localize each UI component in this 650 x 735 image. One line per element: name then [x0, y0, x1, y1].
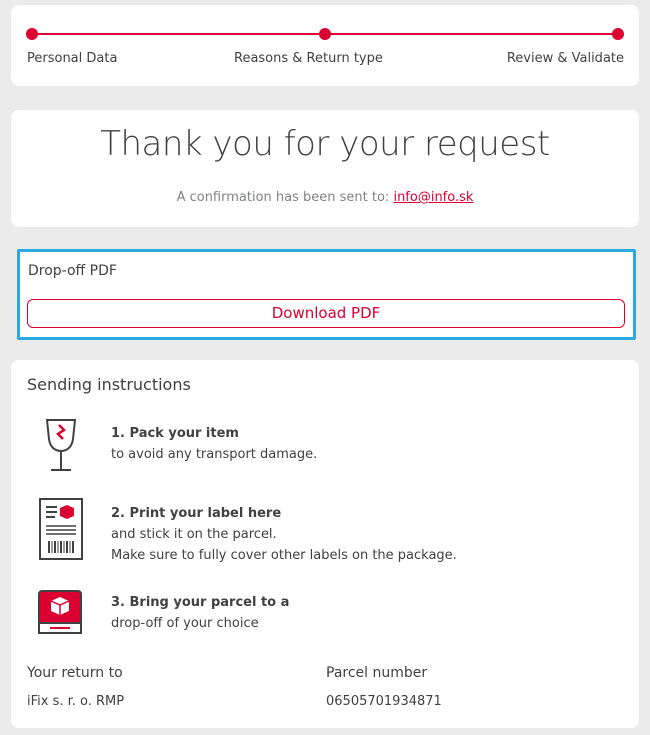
- confirmation-card: Thank you for your request A confirmatio…: [11, 110, 639, 227]
- fragile-glass-icon: [37, 417, 85, 477]
- dropoff-pdf-card: Drop-off PDF Download PDF: [17, 249, 636, 340]
- step-label-reasons[interactable]: Reasons & Return type: [234, 51, 383, 66]
- instruction-text: 2. Print your label here and stick it on…: [111, 503, 457, 566]
- step-dot-reasons: [319, 28, 331, 40]
- instruction-line: to avoid any transport damage.: [111, 447, 318, 462]
- parcel-number-label: Parcel number: [326, 665, 428, 681]
- instruction-line: Make sure to fully cover other labels on…: [111, 548, 457, 563]
- return-to-label: Your return to: [27, 665, 123, 681]
- email-link[interactable]: info@info.sk: [393, 190, 473, 205]
- step-label-personal-data[interactable]: Personal Data: [27, 51, 117, 66]
- sending-instructions-card: Sending instructions 1. Pack your item t…: [11, 360, 639, 728]
- instruction-title: 1. Pack your item: [111, 426, 239, 441]
- step-dot-personal-data: [26, 28, 38, 40]
- confirmation-message: A confirmation has been sent to: info@in…: [11, 190, 639, 205]
- parcel-shop-icon: [37, 589, 83, 639]
- step-label-review[interactable]: Review & Validate: [507, 51, 624, 66]
- instruction-title: 3. Bring your parcel to a: [111, 595, 290, 610]
- page-title: Thank you for your request: [100, 124, 550, 164]
- dropoff-pdf-label: Drop-off PDF: [28, 263, 117, 279]
- instruction-line: and stick it on the parcel.: [111, 527, 277, 542]
- shipping-label-icon: [37, 497, 85, 565]
- parcel-number-value: 06505701934871: [326, 694, 442, 709]
- instruction-line: drop-off of your choice: [111, 616, 259, 631]
- instruction-text: 1. Pack your item to avoid any transport…: [111, 423, 317, 465]
- progress-stepper: Personal Data Reasons & Return type Revi…: [11, 5, 639, 86]
- instruction-title: 2. Print your label here: [111, 506, 282, 521]
- step-dot-review: [612, 28, 624, 40]
- return-to-value: iFix s. r. o. RMP: [27, 694, 125, 709]
- instruction-text: 3. Bring your parcel to a drop-off of yo…: [111, 592, 289, 634]
- download-pdf-button[interactable]: Download PDF: [27, 299, 625, 328]
- confirmation-text: A confirmation has been sent to:: [176, 190, 390, 205]
- instructions-heading: Sending instructions: [27, 375, 191, 394]
